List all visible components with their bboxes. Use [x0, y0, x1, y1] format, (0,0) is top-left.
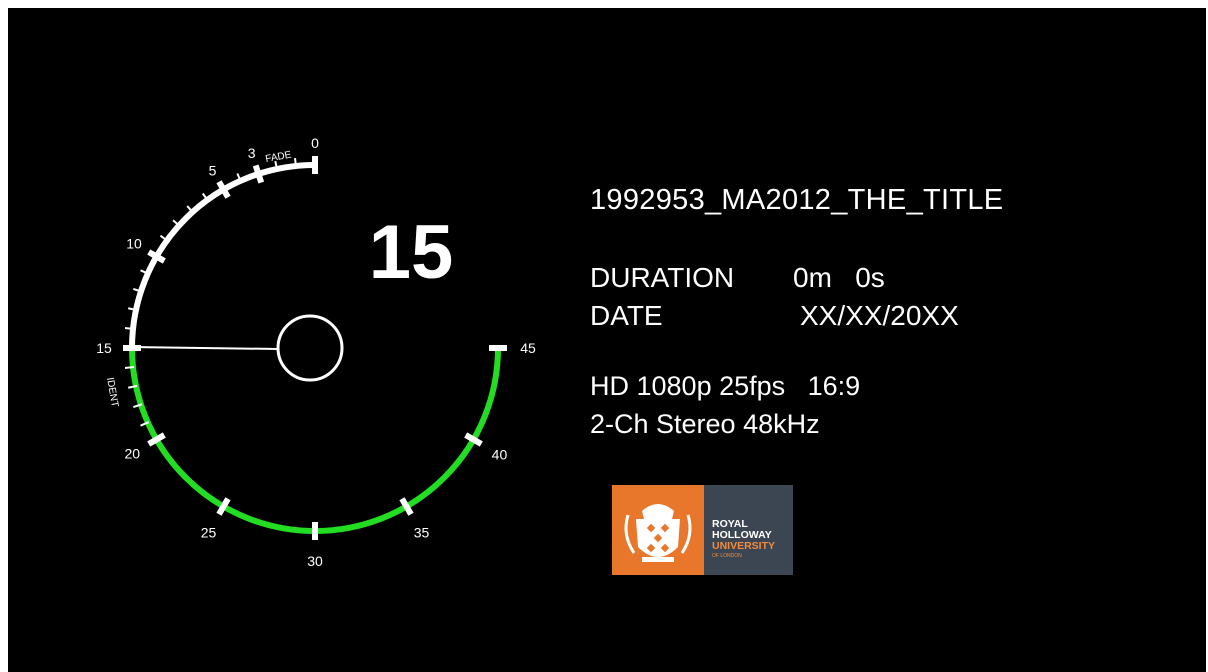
scale-label-3: 3 [248, 145, 256, 161]
elapsed-arc [129, 347, 501, 534]
major-tick [147, 432, 166, 447]
scale-label-20: 20 [124, 446, 140, 462]
clock-center-circle [276, 314, 344, 382]
fade-label: FADE [265, 150, 293, 165]
scale-label-45: 45 [520, 340, 536, 356]
major-tick [464, 432, 483, 447]
countdown-clock: 0351015202530354045 15 FADE IDENT [96, 135, 536, 569]
major-tick [147, 249, 166, 264]
ident-label: IDENT [104, 377, 120, 408]
countdown-number: 15 [369, 210, 454, 295]
duration-value: 0m 0s [793, 262, 885, 293]
scale-label-10: 10 [126, 236, 142, 252]
scale-label-25: 25 [201, 524, 217, 540]
clock-hand [129, 346, 279, 350]
logo-text-panel: ROYAL HOLLOWAY UNIVERSITY OF LONDON [704, 485, 793, 575]
scale-label-30: 30 [307, 553, 323, 569]
scale-label-5: 5 [209, 162, 217, 178]
logo-crest-panel [612, 485, 704, 575]
video-format: HD 1080p 25fps 16:9 [590, 371, 861, 401]
scale-label-15: 15 [96, 340, 112, 356]
scale-label-35: 35 [414, 524, 430, 540]
logo-text-university: UNIVERSITY [712, 540, 776, 552]
crest-icon [624, 504, 692, 562]
date-label: DATE [590, 300, 663, 331]
duration-label: DURATION [590, 262, 735, 293]
logo-text-of-london: OF LONDON [712, 553, 742, 559]
minor-tick [124, 366, 135, 369]
major-tick [399, 497, 414, 516]
major-tick [252, 164, 265, 184]
scale-label-40: 40 [492, 447, 508, 463]
clock-scale-labels: 0351015202530354045 [96, 135, 536, 569]
audio-format: 2-Ch Stereo 48kHz [590, 409, 820, 439]
minor-tick [294, 157, 297, 168]
scale-label-0: 0 [311, 135, 319, 151]
countdown-leader-screen: 0 3 5 10 15 20 25 30 35 40 45 15 FADE IDENT 199295… [8, 8, 1206, 672]
date-value: XX/XX/20XX [800, 300, 959, 331]
university-logo: ROYAL HOLLOWAY UNIVERSITY OF LONDON [612, 485, 793, 575]
minor-tick [124, 327, 135, 330]
clip-title: 1992953_MA2012_THE_TITLE [590, 184, 1004, 216]
major-tick [216, 497, 231, 516]
major-tick [216, 180, 231, 199]
